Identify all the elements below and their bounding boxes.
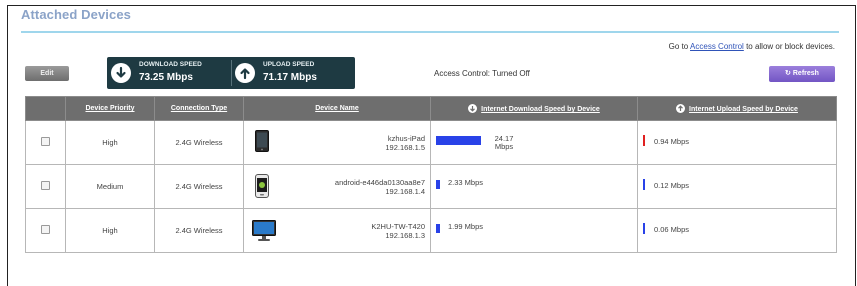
page-title: Attached Devices [21, 7, 131, 22]
download-speed-cell: 2.33 Mbps [430, 164, 638, 209]
upload-speed-label: UPLOAD SPEED [263, 61, 315, 68]
table-row[interactable]: Medium 2.4G Wireless android-e446da0130a… [25, 164, 837, 209]
row-select-cell[interactable] [25, 164, 66, 209]
attached-devices-table: Device Priority Connection Type Device N… [25, 96, 837, 253]
header-download-speed[interactable]: Internet Download Speed by Device [430, 96, 638, 121]
download-speed-bar [436, 136, 481, 145]
speed-divider [231, 60, 232, 86]
table-row[interactable]: High 2.4G Wireless K2HU-TW-T420 192.168.… [25, 208, 837, 253]
connection-cell: 2.4G Wireless [154, 164, 244, 209]
connection-cell: 2.4G Wireless [154, 208, 244, 253]
device-name-cell: kzhus-iPad 192.168.1.5 [243, 120, 431, 165]
device-ip: 192.168.1.5 [385, 143, 425, 152]
access-note-suffix: to allow or block devices. [746, 42, 835, 51]
upload-speed-bar [643, 135, 645, 146]
upload-speed-cell: 0.06 Mbps [637, 208, 837, 253]
header-upload-speed-label: Internet Upload Speed by Device [689, 106, 798, 113]
tablet-icon [255, 130, 269, 152]
download-speed-cell: 24.17 Mbps [430, 120, 638, 165]
priority-cell: High [65, 120, 155, 165]
speed-panel: DOWNLOAD SPEED 73.25 Mbps UPLOAD SPEED 7… [107, 57, 355, 89]
download-speed-bar [436, 180, 440, 189]
device-info: android-e446da0130aa8e7 192.168.1.4 [335, 178, 425, 196]
header-device-name[interactable]: Device Name [243, 96, 431, 121]
table-row[interactable]: High 2.4G Wireless kzhus-iPad 192.168.1.… [25, 120, 837, 165]
android-phone-icon [255, 174, 269, 198]
device-name: K2HU-TW-T420 [371, 222, 425, 231]
title-divider [21, 31, 839, 33]
row-select-cell[interactable] [25, 208, 66, 253]
device-name-cell: K2HU-TW-T420 192.168.1.3 [243, 208, 431, 253]
header-connection-type[interactable]: Connection Type [154, 96, 244, 121]
upload-speed-value: 0.94 Mbps [654, 137, 690, 146]
device-name: android-e446da0130aa8e7 [334, 178, 425, 187]
refresh-button[interactable]: ↻ Refresh [769, 66, 835, 82]
download-speed-value: 73.25 Mbps [139, 72, 193, 83]
upload-speed-block: UPLOAD SPEED 71.17 Mbps [233, 57, 355, 89]
device-ip: 192.168.1.3 [385, 231, 425, 240]
upload-speed-cell: 0.12 Mbps [637, 164, 837, 209]
table-header-row: Device Priority Connection Type Device N… [25, 96, 837, 121]
edit-button[interactable]: Edit [25, 66, 69, 81]
upload-arrow-icon [235, 63, 255, 83]
upload-speed-value: 0.12 Mbps [654, 181, 690, 190]
upload-speed-cell: 0.94 Mbps [637, 120, 837, 165]
access-control-status: Access Control: Turned Off [434, 69, 530, 78]
upload-speed-bar [643, 223, 645, 234]
download-speed-bar [436, 224, 440, 233]
row-checkbox[interactable] [41, 181, 50, 190]
download-speed-value: 24.17 Mbps [494, 134, 514, 151]
download-speed-cell: 1.99 Mbps [430, 208, 638, 253]
access-control-link[interactable]: Access Control [690, 42, 744, 51]
download-speed-block: DOWNLOAD SPEED 73.25 Mbps [107, 57, 231, 89]
device-ip: 192.168.1.4 [385, 187, 425, 196]
device-info: K2HU-TW-T420 192.168.1.3 [371, 222, 425, 240]
upload-speed-bar [643, 179, 645, 190]
device-name: kzhus-iPad [387, 134, 425, 143]
header-upload-speed[interactable]: Internet Upload Speed by Device [637, 96, 837, 121]
download-speed-label: DOWNLOAD SPEED [139, 61, 202, 68]
upload-small-icon [676, 104, 686, 113]
row-checkbox[interactable] [41, 137, 50, 146]
download-speed-value: 2.33 Mbps [448, 178, 484, 187]
refresh-icon: ↻ [785, 70, 791, 77]
row-checkbox[interactable] [41, 225, 50, 234]
upload-speed-value: 71.17 Mbps [263, 72, 317, 83]
download-speed-value: 1.99 Mbps [448, 222, 484, 231]
device-info: kzhus-iPad 192.168.1.5 [385, 134, 425, 152]
device-name-cell: android-e446da0130aa8e7 192.168.1.4 [243, 164, 431, 209]
priority-cell: High [65, 208, 155, 253]
download-small-icon [468, 104, 478, 113]
header-select [25, 96, 66, 121]
monitor-icon [252, 220, 276, 241]
refresh-label: Refresh [792, 70, 819, 77]
upload-speed-value: 0.06 Mbps [654, 225, 690, 234]
row-select-cell[interactable] [25, 120, 66, 165]
connection-cell: 2.4G Wireless [154, 120, 244, 165]
header-download-speed-label: Internet Download Speed by Device [481, 106, 600, 113]
access-control-note: Go to Access Control to allow or block d… [669, 42, 835, 51]
access-note-prefix: Go to [668, 42, 689, 51]
header-device-priority[interactable]: Device Priority [65, 96, 155, 121]
priority-cell: Medium [65, 164, 155, 209]
download-arrow-icon [111, 63, 131, 83]
